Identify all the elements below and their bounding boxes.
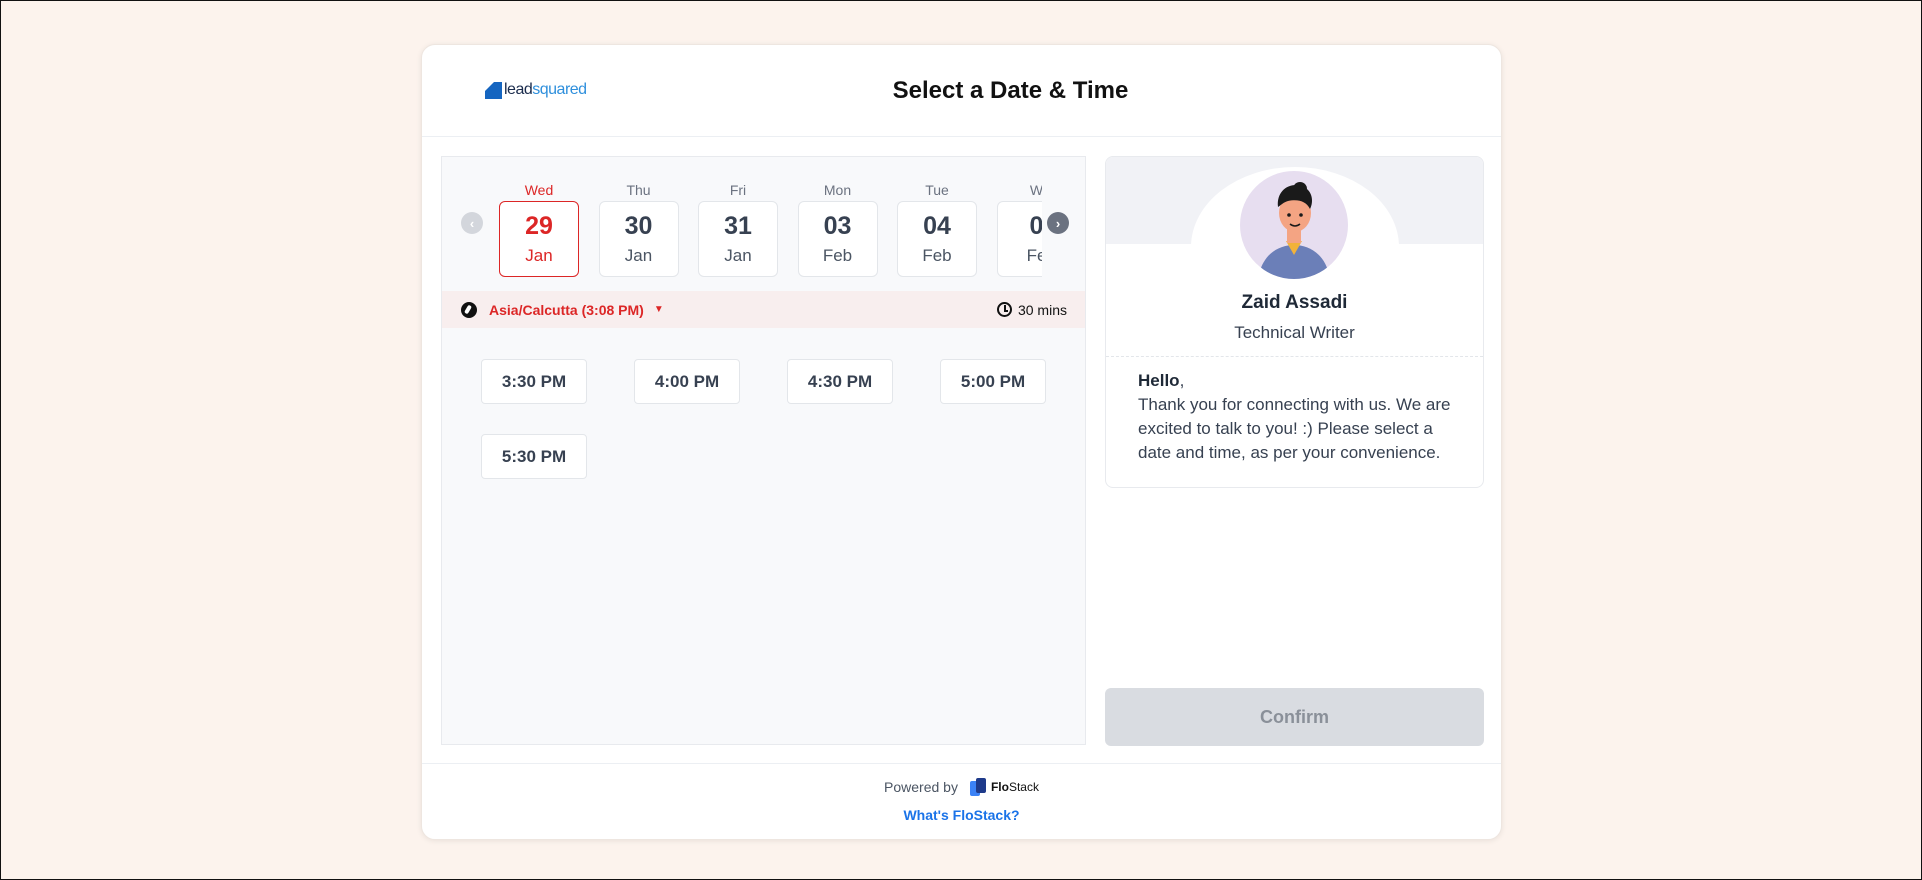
clock-icon [996, 302, 1012, 317]
avatar [1240, 171, 1348, 279]
day-item[interactable]: W 0 Fe [996, 179, 1042, 283]
date-time-panel: ‹ Wed 29 Jan Thu 30 Jan Fri 31 Jan Mon 0… [441, 156, 1086, 745]
day-month: Jan [525, 246, 553, 265]
confirm-button[interactable]: Confirm [1105, 688, 1484, 746]
day-item[interactable]: Wed 29 Jan [499, 179, 579, 283]
day-box[interactable]: 03 Feb [797, 201, 878, 277]
flostack-logo-icon [969, 778, 988, 796]
time-slot-button[interactable]: 5:00 PM [940, 359, 1046, 404]
powered-by: Powered by FloStack [422, 778, 1501, 796]
divider [1106, 356, 1483, 357]
chevron-left-icon[interactable]: ‹ [461, 212, 483, 234]
day-box[interactable]: 29 Jan [499, 201, 579, 277]
day-number: 31 [724, 212, 752, 240]
time-slot-button[interactable]: 5:30 PM [481, 434, 587, 479]
footer: Powered by FloStack What's FloStack? [422, 763, 1501, 841]
day-box[interactable]: 31 Jan [698, 201, 778, 277]
page-title-wrap: Select a Date & Time [422, 77, 1501, 105]
day-number: 0 [1029, 212, 1042, 240]
host-name: Zaid Assadi [1241, 292, 1348, 313]
time-slot-button[interactable]: 3:30 PM [481, 359, 587, 404]
time-slot-button[interactable]: 4:00 PM [634, 359, 740, 404]
day-name: Fri [729, 182, 747, 198]
day-month: Jan [624, 246, 653, 265]
day-box[interactable]: 0 Fe [996, 201, 1042, 277]
welcome-message: Hello, Thank you for connecting with us.… [1138, 369, 1457, 465]
whats-flostack-link[interactable]: What's FloStack? [422, 807, 1501, 823]
host-profile-card: Zaid Assadi Technical Writer Hello, Than… [1105, 156, 1484, 488]
caret-down-icon[interactable]: ▼ [654, 304, 664, 315]
globe-icon [461, 301, 477, 318]
timezone-bar: Asia/Calcutta (3:08 PM) ▼ 30 mins [442, 291, 1085, 328]
powered-by-label: Powered by [884, 779, 958, 795]
header: leadsquared Select a Date & Time [422, 45, 1501, 137]
day-list: Wed 29 Jan Thu 30 Jan Fri 31 Jan Mon 03 … [499, 179, 1042, 283]
day-number: 30 [624, 212, 653, 240]
day-number: 04 [923, 212, 951, 240]
date-strip: ‹ Wed 29 Jan Thu 30 Jan Fri 31 Jan Mon 0… [442, 157, 1085, 291]
message-body: Thank you for connecting with us. We are… [1138, 395, 1451, 462]
day-month: Feb [922, 246, 952, 265]
day-month: Jan [724, 246, 752, 265]
day-name: Wed [524, 182, 554, 198]
duration-label: 30 mins [1017, 301, 1067, 318]
day-name: Tue [925, 182, 949, 198]
day-number: 03 [823, 212, 852, 240]
day-item[interactable]: Mon 03 Feb [797, 179, 878, 283]
day-month: Fe [1026, 246, 1042, 265]
flostack-brand-bold: Flo [990, 780, 1009, 794]
host-role: Technical Writer [1234, 323, 1355, 342]
time-slot-list: 3:30 PM 4:00 PM 4:30 PM 5:00 PM 5:30 PM [481, 359, 1061, 479]
day-number: 29 [525, 212, 553, 240]
day-box[interactable]: 04 Feb [897, 201, 977, 277]
flostack-logo: FloStack [969, 778, 1039, 796]
day-item[interactable]: Tue 04 Feb [897, 179, 977, 283]
chevron-right-icon[interactable]: › [1047, 212, 1069, 234]
day-name: W [1029, 182, 1042, 198]
day-box[interactable]: 30 Jan [598, 201, 679, 277]
greeting-punct: , [1179, 371, 1185, 390]
day-name: Thu [626, 182, 651, 198]
timezone-select[interactable]: Asia/Calcutta (3:08 PM) [489, 302, 644, 318]
day-name: Mon [823, 182, 852, 198]
day-item[interactable]: Thu 30 Jan [598, 179, 679, 283]
day-item[interactable]: Fri 31 Jan [698, 179, 778, 283]
time-slot-button[interactable]: 4:30 PM [787, 359, 893, 404]
greeting: Hello [1138, 371, 1180, 390]
day-month: Feb [822, 246, 853, 265]
duration: 30 mins [996, 301, 1067, 318]
scheduler-card: leadsquared Select a Date & Time ‹ Wed 2… [421, 44, 1502, 840]
flostack-brand-rest: Stack [1008, 780, 1039, 794]
page-title: Select a Date & Time [892, 77, 1129, 104]
